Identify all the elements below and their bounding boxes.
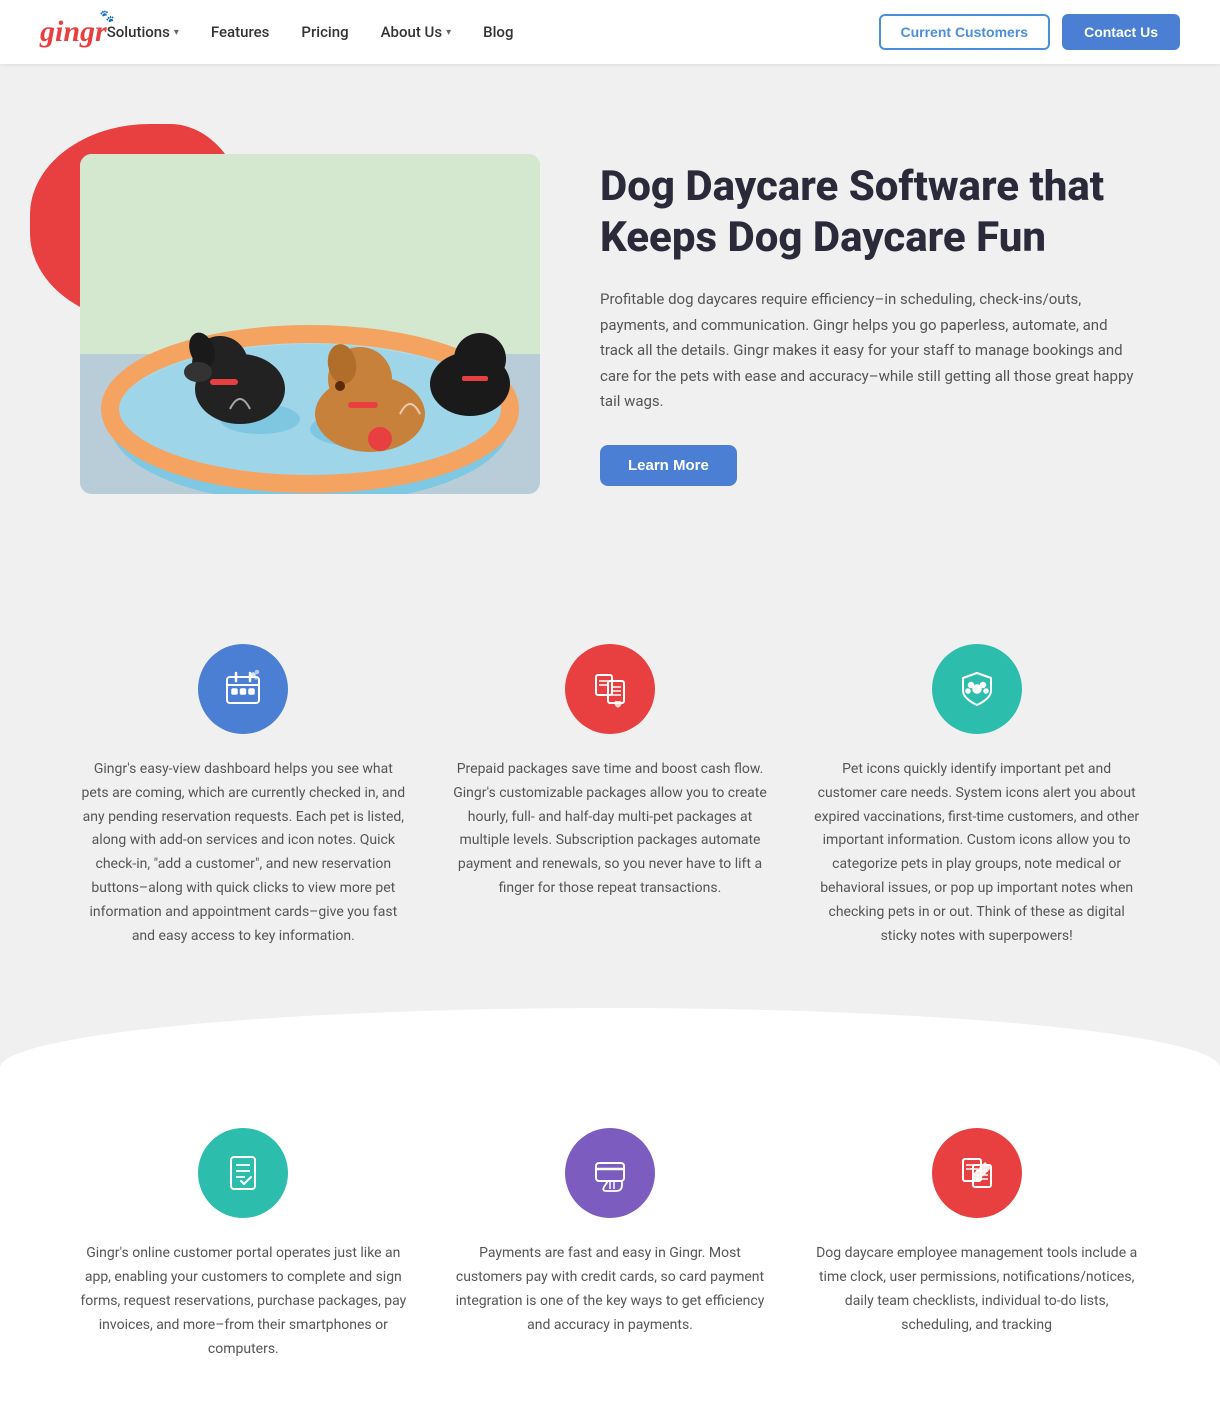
portal-icon-circle	[198, 1128, 288, 1218]
chevron-down-icon: ▾	[446, 27, 451, 38]
feature-card-icons: Pet icons quickly identify important pet…	[813, 644, 1140, 948]
feature-card-packages: Prepaid packages save time and boost cas…	[447, 644, 774, 948]
nav-blog[interactable]: Blog	[483, 23, 513, 41]
icons-icon-circle	[932, 644, 1022, 734]
employee-icon-circle	[932, 1128, 1022, 1218]
nav-pricing[interactable]: Pricing	[301, 23, 348, 41]
features-section-2: Gingr's online customer portal operates …	[0, 1068, 1220, 1421]
feature-card-dashboard: Gingr's easy-view dashboard helps you se…	[80, 644, 407, 948]
feature-packages-text: Prepaid packages save time and boost cas…	[447, 758, 774, 901]
hero-title: Dog Daycare Software that Keeps Dog Dayc…	[600, 162, 1140, 263]
packages-icon-circle	[565, 644, 655, 734]
payments-icon-circle	[565, 1128, 655, 1218]
feature-icons-text: Pet icons quickly identify important pet…	[813, 758, 1140, 948]
logo[interactable]: gingr 🐾	[40, 15, 107, 49]
nav-links: Solutions ▾ Features Pricing About Us ▾ …	[107, 23, 879, 41]
curve-separator	[0, 1008, 1220, 1068]
navbar: gingr 🐾 Solutions ▾ Features Pricing Abo…	[0, 0, 1220, 64]
features-grid-1: Gingr's easy-view dashboard helps you se…	[80, 644, 1140, 948]
hero-description: Profitable dog daycares require efficien…	[600, 287, 1140, 415]
paw-icon: 🐾	[100, 9, 115, 23]
shield-paw-icon	[955, 667, 999, 711]
package-icon	[588, 667, 632, 711]
feature-portal-text: Gingr's online customer portal operates …	[80, 1242, 407, 1361]
hero-image-wrapper	[80, 154, 540, 494]
nav-features[interactable]: Features	[211, 23, 269, 41]
feature-employee-text: Dog daycare employee management tools in…	[813, 1242, 1140, 1337]
feature-payments-text: Payments are fast and easy in Gingr. Mos…	[447, 1242, 774, 1337]
chevron-down-icon: ▾	[174, 27, 179, 38]
nav-about[interactable]: About Us ▾	[381, 23, 452, 41]
document-icon	[221, 1151, 265, 1195]
learn-more-button[interactable]: Learn More	[600, 445, 737, 486]
payment-icon	[588, 1151, 632, 1195]
feature-card-payments: Payments are fast and easy in Gingr. Mos…	[447, 1128, 774, 1361]
calendar-icon	[221, 667, 265, 711]
feature-card-employee: Dog daycare employee management tools in…	[813, 1128, 1140, 1361]
hero-section: Dog Daycare Software that Keeps Dog Dayc…	[0, 64, 1220, 584]
hero-image	[80, 154, 540, 494]
feature-dashboard-text: Gingr's easy-view dashboard helps you se…	[80, 758, 407, 948]
current-customers-button[interactable]: Current Customers	[879, 14, 1051, 50]
hero-content: Dog Daycare Software that Keeps Dog Dayc…	[600, 162, 1140, 485]
contact-us-button[interactable]: Contact Us	[1062, 14, 1180, 50]
nav-actions: Current Customers Contact Us	[879, 14, 1181, 50]
nav-solutions[interactable]: Solutions ▾	[107, 23, 179, 41]
feature-card-portal: Gingr's online customer portal operates …	[80, 1128, 407, 1361]
employee-icon	[955, 1151, 999, 1195]
features-section-1: Gingr's easy-view dashboard helps you se…	[0, 584, 1220, 1008]
features-grid-2: Gingr's online customer portal operates …	[80, 1128, 1140, 1361]
dashboard-icon-circle	[198, 644, 288, 734]
